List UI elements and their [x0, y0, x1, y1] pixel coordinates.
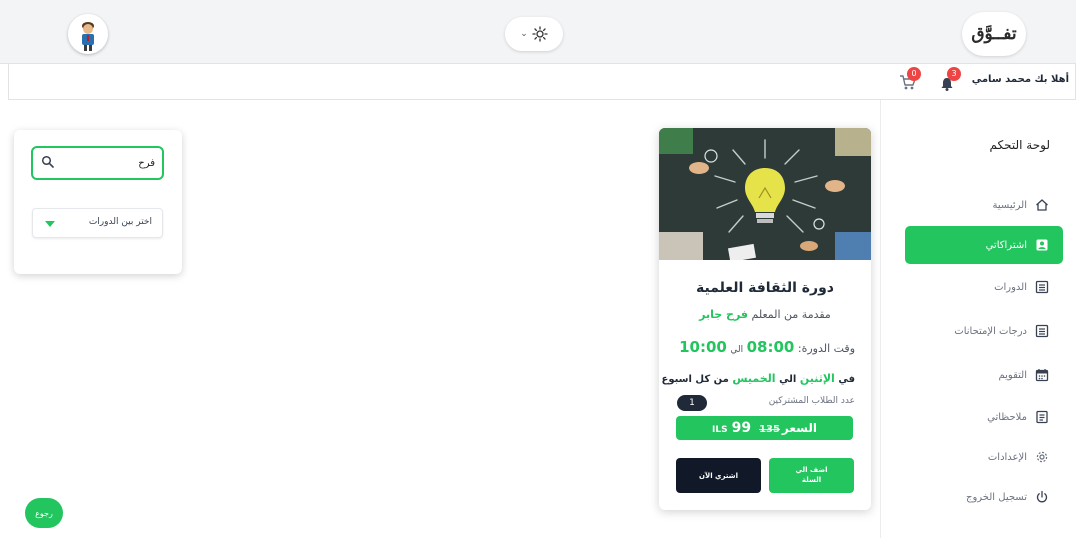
sidebar-item-calendar[interactable]: التقويم: [905, 358, 1063, 392]
price-label: السعر: [781, 421, 817, 435]
time-prefix: وقت الدورة: [801, 342, 855, 355]
chevron-down-icon: ⌄: [520, 29, 528, 39]
days-suffix: من كل اسبوع: [661, 374, 729, 385]
add-to-cart-line1: اضف الي: [795, 465, 828, 474]
teacher-name[interactable]: فرح جابر: [699, 308, 748, 321]
cart-button[interactable]: 0: [899, 67, 921, 92]
filter-panel: اختر بين الدورات: [14, 130, 182, 274]
price-new: 99: [731, 420, 752, 436]
list-icon: [1035, 280, 1049, 294]
home-icon: [1036, 199, 1048, 211]
welcome-text: أهلا بك محمد سامي: [971, 74, 1069, 85]
notifications-button[interactable]: 3: [939, 67, 961, 92]
course-select-label: اختر بين الدورات: [88, 217, 152, 227]
course-days: في الإثنين الي الخميس من كل اسبوع: [662, 372, 856, 385]
sidebar-item-notes[interactable]: ملاحظاتي: [905, 400, 1063, 434]
user-card-icon: [1036, 239, 1048, 251]
buy-now-button[interactable]: اشتري الآن: [676, 458, 761, 493]
price-bar: ILS 99 135 السعر: [676, 416, 853, 440]
sidebar-item-exam-grades[interactable]: درجات الإمتحانات: [905, 314, 1063, 348]
list-icon: [1035, 324, 1049, 338]
time-start: 08:00: [746, 338, 795, 356]
price-values: ILS 99 135: [712, 420, 780, 436]
back-button[interactable]: رجوع: [25, 498, 63, 528]
sidebar-item-label: الإعدادات: [987, 451, 1027, 463]
calendar-icon: [1035, 369, 1049, 382]
sidebar-item-label: الرئيسية: [992, 199, 1027, 211]
cart-count-badge: 0: [907, 67, 921, 81]
sidebar-item-label: التقويم: [998, 369, 1027, 381]
gear-icon: [1036, 451, 1048, 463]
teacher-prefix: مقدمة من المعلم: [751, 308, 831, 321]
notification-count-badge: 3: [947, 67, 961, 81]
course-teacher: مقدمة من المعلم فرح جابر: [659, 308, 871, 321]
welcome-bar: 0 3 أهلا بك محمد سامي: [8, 64, 1076, 100]
logo[interactable]: تفــوَّق: [962, 12, 1026, 56]
sidebar-item-label: تسجيل الخروج: [965, 491, 1027, 503]
search-box[interactable]: [31, 146, 164, 180]
time-end: 10:00: [679, 338, 727, 356]
search-input[interactable]: [59, 154, 155, 172]
course-image: [659, 128, 871, 260]
power-icon: [1036, 490, 1048, 503]
sidebar-item-subscriptions[interactable]: اشتراكاتي: [905, 226, 1063, 264]
days-prefix: في: [838, 374, 855, 385]
add-to-cart-line2: السلة: [801, 475, 822, 484]
price-currency: ILS: [712, 425, 728, 435]
sidebar-item-settings[interactable]: الإعدادات: [905, 440, 1063, 474]
theme-toggle[interactable]: ⌄: [505, 17, 563, 51]
course-card[interactable]: دورة الثقافة العلمية مقدمة من المعلم فرح…: [659, 128, 871, 510]
day-to: الخميس: [732, 372, 776, 385]
sidebar-item-courses[interactable]: الدورات: [905, 270, 1063, 304]
avatar[interactable]: [68, 14, 108, 54]
students-label: عدد الطلاب المشتركين: [768, 396, 855, 406]
sidebar-item-home[interactable]: الرئيسية: [905, 188, 1063, 222]
time-separator: الي: [730, 345, 744, 355]
notes-icon: [1036, 410, 1048, 424]
sidebar-item-label: اشتراكاتي: [985, 239, 1027, 251]
search-icon: [41, 155, 54, 168]
sidebar: لوحة التحكم الرئيسية اشتراكاتي الدورات د…: [880, 100, 1076, 538]
course-time: وقت الدورة: 08:00 الي 10:00: [679, 338, 855, 356]
sidebar-item-label: ملاحظاتي: [987, 411, 1027, 423]
avatar-image: [68, 14, 108, 54]
course-title: دورة الثقافة العلمية: [696, 280, 834, 296]
price-old: 135: [759, 424, 780, 435]
dropdown-arrow-icon: [45, 221, 55, 227]
days-separator: الي: [779, 374, 797, 385]
sidebar-item-label: درجات الإمتحانات: [954, 325, 1027, 337]
top-bar: ⌄ تفــوَّق: [0, 0, 1076, 64]
sun-icon: [532, 26, 548, 42]
sidebar-title: لوحة التحكم: [989, 138, 1051, 152]
sidebar-item-logout[interactable]: تسجيل الخروج: [905, 480, 1063, 514]
course-select[interactable]: اختر بين الدورات: [32, 208, 163, 238]
sidebar-item-label: الدورات: [994, 281, 1027, 293]
students-count-badge: 1: [677, 395, 707, 411]
add-to-cart-button[interactable]: اضف الي السلة: [769, 458, 854, 493]
day-from: الإثنين: [799, 372, 835, 385]
